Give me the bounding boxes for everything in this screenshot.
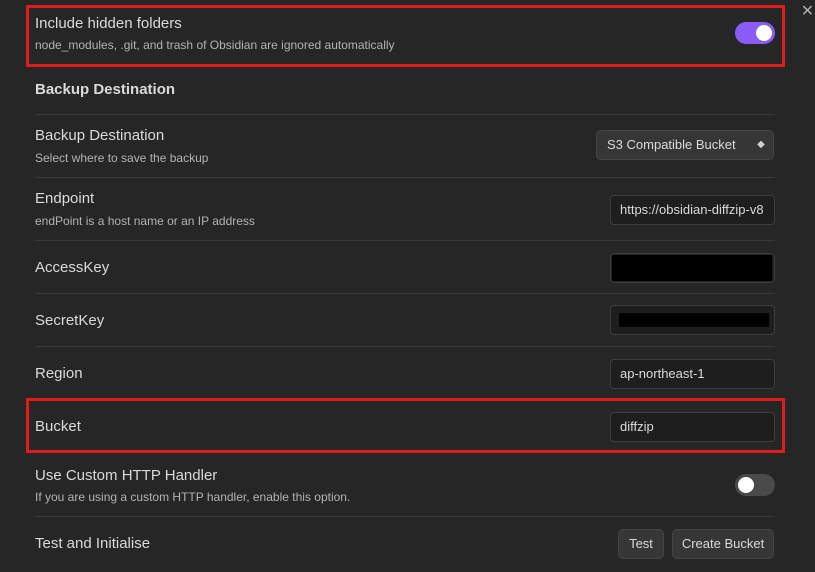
setting-description: If you are using a custom HTTP handler, … [35,490,351,504]
endpoint-input[interactable]: https://obsidian-diffzip-v8 [610,195,775,225]
setting-include-hidden-folders: Include hidden folders node_modules, .gi… [35,0,775,70]
setting-name: Region [35,365,83,382]
close-icon[interactable]: ✕ [800,3,815,21]
setting-test-and-initialise: Test and Initialise [35,517,775,572]
create-bucket-button[interactable]: Create Bucket [672,529,774,559]
include-hidden-folders-toggle[interactable] [735,22,775,44]
select-value: S3 Compatible Bucket [607,137,736,152]
region-input[interactable]: ap-northeast-1 [610,359,775,389]
redacted-value [612,255,772,281]
secret-key-input[interactable] [610,305,775,335]
custom-http-handler-toggle[interactable] [735,474,775,496]
setting-name: Include hidden folders [35,15,182,32]
setting-name: SecretKey [35,312,105,329]
setting-description: Select where to save the backup [35,151,209,165]
setting-description: node_modules, .git, and trash of Obsidia… [35,38,395,52]
test-button[interactable]: Test [618,529,664,559]
setting-name: Test and Initialise [35,535,151,552]
modal-edge [795,0,815,572]
bucket-input[interactable]: diffzip [610,412,775,442]
redacted-value [619,313,769,327]
setting-name: AccessKey [35,259,110,276]
toggle-knob [756,25,772,41]
settings-panel: Include hidden folders node_modules, .gi… [0,0,795,572]
setting-description: endPoint is a host name or an IP address [35,214,255,228]
access-key-input[interactable] [610,253,775,283]
settings-page: Include hidden folders node_modules, .gi… [0,0,815,572]
setting-custom-http-handler: Use Custom HTTP Handler If you are using… [35,453,775,515]
setting-name: Bucket [35,418,81,435]
setting-name: Use Custom HTTP Handler [35,467,218,484]
backup-destination-select[interactable]: S3 Compatible Bucket ◆ [596,130,774,160]
chevron-up-down-icon: ◆ [757,139,765,150]
section-heading: Backup Destination [35,81,176,98]
toggle-knob [738,477,754,493]
setting-name: Endpoint [35,190,95,207]
setting-name: Backup Destination [35,127,165,144]
